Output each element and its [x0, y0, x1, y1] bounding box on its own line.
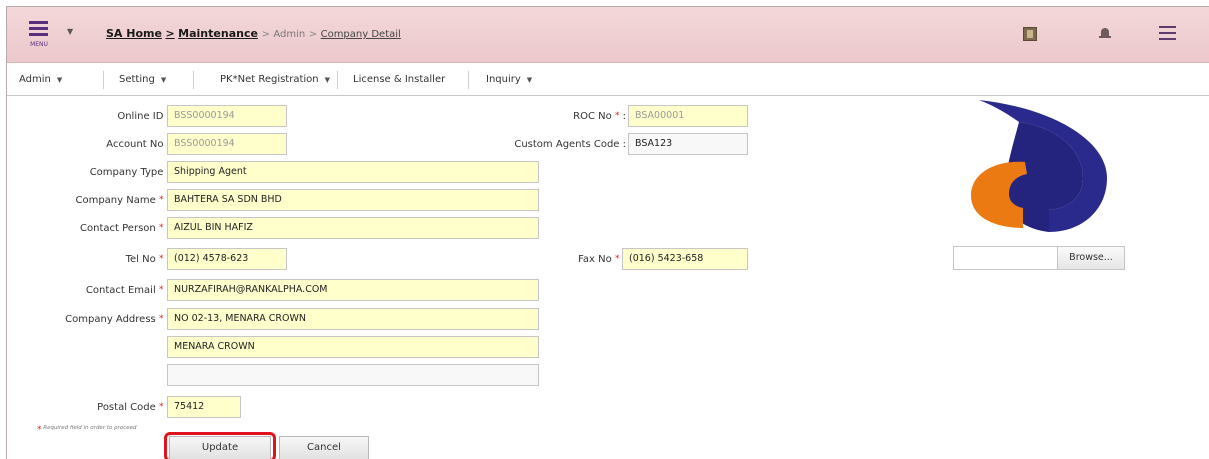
book-icon[interactable] [1023, 27, 1037, 41]
menu-caret-icon[interactable]: ▼ [67, 27, 73, 36]
required-mark: * [158, 223, 164, 233]
cancel-button[interactable]: Cancel [279, 436, 369, 459]
nav-item-setting[interactable]: Setting ▼ [119, 74, 166, 85]
company-address-label: Company Address * : [65, 314, 170, 325]
nav-item-label: PK*Net Registration [220, 74, 319, 85]
address-line3-field[interactable] [167, 364, 539, 386]
label-text: Postal Code [97, 402, 156, 413]
breadcrumb-sep: > [165, 27, 175, 40]
nav-item-license-installer[interactable]: License & Installer [353, 74, 445, 85]
menu-button[interactable]: MENU [27, 21, 51, 49]
nav-item-label: License & Installer [353, 74, 446, 85]
nav-divider [193, 71, 194, 89]
nav-item-inquiry[interactable]: Inquiry ▼ [486, 74, 532, 85]
app-window: MENU ▼ SA Home > Maintenance > Admin > C… [6, 6, 1209, 459]
required-mark: * [158, 195, 164, 205]
hamburger-bar [1159, 38, 1176, 40]
tel-no-field[interactable]: (012) 4578-623 [167, 248, 287, 270]
required-mark: * [158, 314, 164, 324]
required-note: * Required field in order to proceed [37, 425, 137, 435]
label-text: Custom Agents Code [514, 139, 620, 150]
required-mark: * [614, 254, 620, 264]
required-mark: * [158, 285, 164, 295]
chevron-down-icon: ▼ [324, 76, 331, 84]
account-no-field[interactable]: BSS0000194 [167, 133, 287, 155]
label-text: ROC No [573, 111, 612, 122]
contact-person-label: Contact Person * : [80, 223, 170, 234]
top-header: MENU ▼ SA Home > Maintenance > Admin > C… [7, 7, 1209, 63]
required-mark: * [158, 254, 164, 264]
breadcrumb-current[interactable]: Company Detail [321, 29, 401, 40]
fax-no-field[interactable]: (016) 5423-658 [622, 248, 748, 270]
postal-code-label: Postal Code * : [97, 402, 170, 413]
hamburger-bar [1159, 26, 1176, 28]
required-mark: * [158, 402, 164, 412]
nav-item-label: Setting [119, 74, 155, 85]
label-text: Fax No [578, 254, 612, 265]
label-text: Tel No [125, 254, 156, 265]
menu-bar [29, 33, 48, 36]
company-type-field[interactable]: Shipping Agent [167, 161, 539, 183]
required-mark: * [614, 111, 620, 121]
label-text: Company Type [89, 167, 164, 178]
browse-button[interactable]: Browse... [1057, 247, 1124, 269]
logo-file-input[interactable]: Browse... [953, 246, 1125, 270]
custom-agents-code-label: Custom Agents Code : [514, 139, 626, 150]
update-button-highlight [164, 432, 276, 459]
address-line1-field[interactable]: NO 02-13, MENARA CROWN [167, 308, 539, 330]
breadcrumb: SA Home > Maintenance > Admin > Company … [106, 27, 401, 40]
breadcrumb-admin: Admin [273, 29, 306, 40]
roc-no-field[interactable]: BSA00001 [628, 105, 748, 127]
menu-bar [29, 21, 48, 24]
company-logo [971, 100, 1107, 232]
breadcrumb-home[interactable]: SA Home [106, 27, 162, 40]
required-note-text: Required field in order to proceed [43, 425, 137, 431]
tel-no-label: Tel No * : [126, 254, 170, 265]
online-id-field[interactable]: BSS0000194 [167, 105, 287, 127]
required-mark: * [37, 425, 42, 435]
colon: : [622, 111, 626, 122]
menu-bar [29, 27, 48, 30]
label-text: Company Address [65, 314, 156, 325]
fax-no-label: Fax No * : [578, 254, 626, 265]
account-no-label: Account No : [106, 139, 170, 150]
company-type-label: Company Type : [90, 167, 170, 178]
nav-item-admin[interactable]: Admin ▼ [19, 74, 62, 85]
breadcrumb-sep: > [261, 29, 270, 40]
hamburger-icon[interactable] [1159, 26, 1176, 40]
contact-email-field[interactable]: NURZAFIRAH@RANKALPHA.COM [167, 279, 539, 301]
label-text: Account No [106, 139, 164, 150]
nav-divider [468, 71, 469, 89]
chevron-down-icon: ▼ [160, 76, 167, 84]
custom-agents-code-field[interactable]: BSA123 [628, 133, 748, 155]
company-name-field[interactable]: BAHTERA SA SDN BHD [167, 189, 539, 211]
breadcrumb-sep: > [308, 29, 318, 40]
breadcrumb-maintenance[interactable]: Maintenance [178, 27, 258, 40]
nav-item-label: Admin [19, 74, 51, 85]
colon: : [622, 139, 626, 150]
nav-item-pknet-registration[interactable]: PK*Net Registration ▼ [220, 74, 330, 85]
main-nav: Admin ▼ Setting ▼ PK*Net Registration ▼ Lic… [7, 64, 1209, 96]
chevron-down-icon: ▼ [56, 76, 63, 84]
menu-label: MENU [30, 41, 48, 48]
online-id-label: Online ID : [117, 111, 170, 122]
nav-divider [337, 71, 338, 89]
label-text: Company Name [75, 195, 156, 206]
bell-base [1099, 36, 1111, 38]
postal-code-field[interactable]: 75412 [167, 396, 241, 418]
label-text: Contact Email [85, 285, 156, 296]
label-text: Online ID [117, 111, 164, 122]
roc-no-label: ROC No * : [573, 111, 626, 122]
contact-person-field[interactable]: AIZUL BIN HAFIZ [167, 217, 539, 239]
chevron-down-icon: ▼ [526, 76, 533, 84]
label-text: Contact Person [80, 223, 156, 234]
nav-divider [103, 71, 104, 89]
address-line2-field[interactable]: MENARA CROWN [167, 336, 539, 358]
company-detail-form: Online ID : BSS0000194 Account No : BSS0… [7, 97, 1209, 459]
bell-icon[interactable] [1099, 28, 1111, 40]
hamburger-bar [1159, 32, 1176, 34]
company-name-label: Company Name * : [75, 195, 170, 206]
nav-item-label: Inquiry [486, 74, 521, 85]
contact-email-label: Contact Email * : [86, 285, 170, 296]
